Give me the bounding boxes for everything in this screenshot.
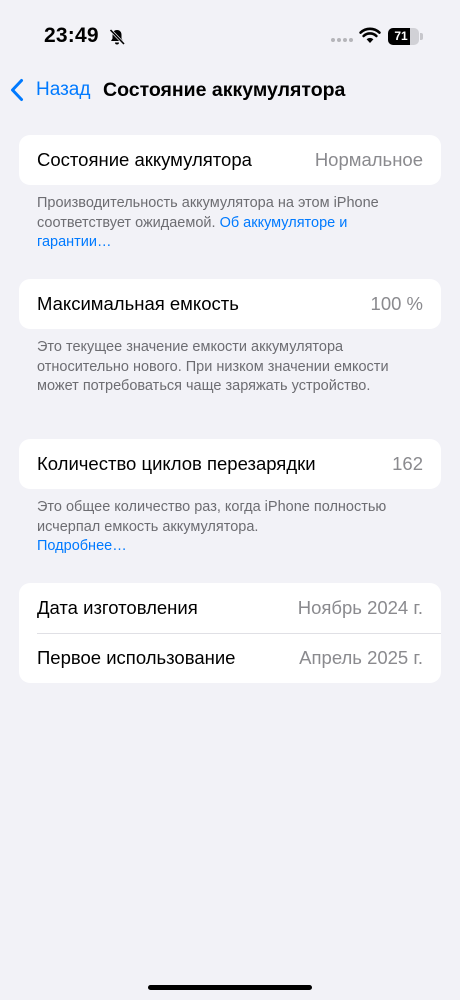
cycle-count-row: Количество циклов перезарядки 162 — [19, 439, 441, 489]
first-use-row: Первое использование Апрель 2025 г. — [19, 633, 441, 683]
navigation-bar: Назад Состояние аккумулятора — [0, 70, 460, 110]
battery-level: 71 — [394, 29, 408, 43]
back-button[interactable]: Назад — [10, 76, 90, 104]
back-label: Назад — [36, 79, 91, 100]
max-capacity-value: 100 % — [370, 293, 423, 314]
battery-icon: 71 — [388, 28, 419, 45]
cycle-count-group: Количество циклов перезарядки 162 — [19, 439, 441, 489]
first-use-label: Первое использование — [37, 647, 236, 668]
first-use-value: Апрель 2025 г. — [299, 647, 423, 668]
bell-slash-icon — [109, 28, 126, 46]
cycle-count-footer: Это общее количество раз, когда iPhone п… — [37, 498, 407, 557]
max-capacity-row: Максимальная емкость 100 % — [19, 279, 441, 329]
manufacture-date-row: Дата изготовления Ноябрь 2024 г. — [19, 583, 441, 633]
wifi-icon — [359, 27, 381, 43]
page-title: Состояние аккумулятора — [103, 79, 346, 101]
battery-health-label: Состояние аккумулятора — [37, 149, 252, 170]
max-capacity-label: Максимальная емкость — [37, 293, 239, 314]
manufacture-date-value: Ноябрь 2024 г. — [297, 597, 423, 618]
status-bar: 23:49 71 — [0, 0, 460, 72]
cellular-signal-icon — [331, 38, 353, 42]
max-capacity-group: Максимальная емкость 100 % — [19, 279, 441, 329]
learn-more-link[interactable]: Подробнее… — [37, 538, 127, 554]
battery-cap — [420, 33, 423, 40]
cycle-count-value: 162 — [392, 453, 423, 474]
battery-health-row: Состояние аккумулятора Нормальное — [19, 135, 441, 185]
dates-group: Дата изготовления Ноябрь 2024 г. Первое … — [19, 583, 441, 683]
max-capacity-footer: Это текущее значение емкости аккумулятор… — [37, 338, 407, 397]
status-time: 23:49 — [44, 24, 99, 47]
chevron-left-icon — [11, 79, 23, 101]
battery-health-group: Состояние аккумулятора Нормальное — [19, 135, 441, 185]
max-capacity-footer-text: Это текущее значение емкости аккумулятор… — [37, 339, 389, 394]
manufacture-date-label: Дата изготовления — [37, 597, 198, 618]
battery-health-value: Нормальное — [314, 149, 423, 170]
cycle-count-footer-text: Это общее количество раз, когда iPhone п… — [37, 499, 387, 535]
battery-health-footer: Производительность аккумулятора на этом … — [37, 194, 407, 253]
home-indicator[interactable] — [148, 985, 312, 990]
cycle-count-label: Количество циклов перезарядки — [37, 453, 316, 474]
